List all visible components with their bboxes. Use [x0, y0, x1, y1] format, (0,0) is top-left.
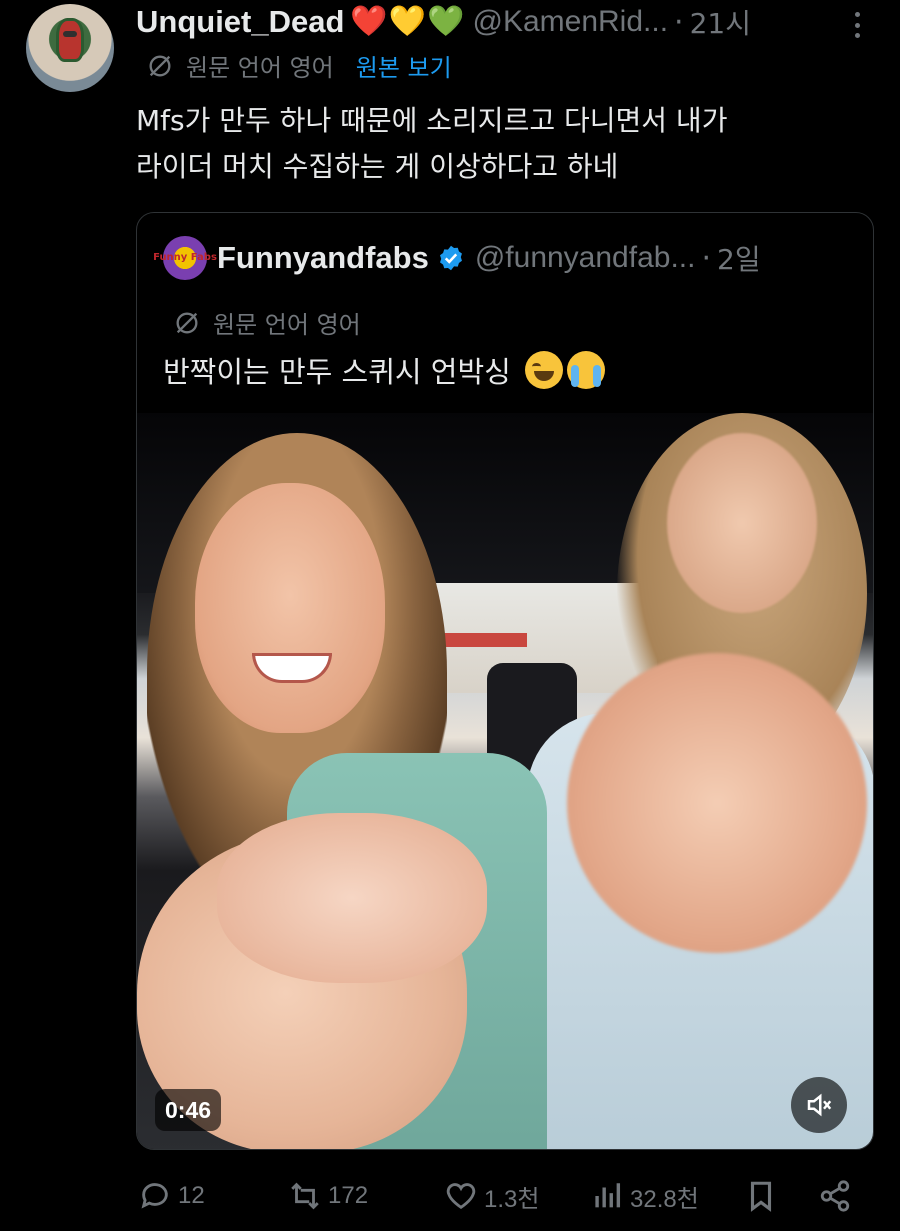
author-name[interactable]: Unquiet_Dead	[136, 4, 344, 40]
translate-icon	[149, 55, 171, 76]
separator-dot: ·	[674, 4, 684, 40]
bookmark-icon	[750, 1181, 772, 1212]
bookmark-button[interactable]	[744, 1172, 784, 1220]
yellow-heart-icon: 💛	[388, 4, 427, 39]
quoted-tweet-header: Funny Fabs Funnyandfabs @funnyandfab... …	[153, 233, 761, 283]
quoted-author-avatar[interactable]: Funny Fabs	[153, 236, 217, 280]
tweet-text: Mfs가 만두 하나 때문에 소리지르고 다니면서 내가 라이더 머치 수집하는…	[136, 98, 856, 190]
quoted-avatar-logo-text: Funny Fabs	[153, 252, 217, 263]
loudly-crying-emoji-icon	[566, 351, 605, 389]
reply-count: 12	[178, 1182, 205, 1209]
share-icon	[820, 1180, 850, 1212]
tweet-text-line: 라이더 머치 수집하는 게 이상하다고 하네	[136, 150, 619, 183]
quoted-tweet-time[interactable]: 2일	[717, 238, 761, 278]
red-heart-icon: ❤️	[350, 4, 388, 39]
green-heart-icon: 💚	[427, 4, 465, 39]
author-handle[interactable]: @KamenRid...	[473, 5, 669, 39]
heart-icon	[446, 1183, 476, 1210]
quoted-translation-notice: 원문 언어 영어	[173, 305, 361, 340]
verified-badge-icon	[439, 245, 462, 271]
quoted-text-content: 반짝이는 만두 스퀴시 언박싱	[163, 355, 511, 389]
video-player[interactable]: 0:46	[137, 413, 873, 1149]
view-original-link[interactable]: 원본 보기	[356, 48, 452, 83]
view-count: 32.8천	[630, 1185, 699, 1213]
repost-count: 172	[328, 1182, 369, 1209]
speaker-muted-icon	[807, 1093, 832, 1117]
repost-button[interactable]: 172	[288, 1172, 368, 1220]
translation-notice: 원문 언어 영어 원본 보기	[146, 48, 452, 83]
like-count: 1.3천	[484, 1185, 540, 1213]
quoted-translation-label: 원문 언어 영어	[213, 311, 361, 339]
analytics-icon	[595, 1183, 621, 1208]
video-frame-squishy-right	[567, 653, 867, 953]
laughing-crying-emoji-icon	[524, 351, 563, 389]
kamen-rider-mask-image	[56, 18, 84, 62]
share-button[interactable]	[818, 1172, 858, 1220]
separator-dot: ·	[701, 240, 711, 276]
repost-icon	[291, 1182, 319, 1210]
video-duration-badge: 0:46	[155, 1089, 222, 1131]
author-avatar[interactable]	[26, 4, 114, 92]
reply-icon	[141, 1183, 168, 1209]
quoted-author-handle[interactable]: @funnyandfab...	[475, 241, 696, 275]
quoted-author-name[interactable]: Funnyandfabs	[217, 240, 429, 276]
views-button[interactable]: 32.8천	[590, 1172, 699, 1220]
translate-icon	[176, 312, 198, 333]
reply-button[interactable]: 12	[138, 1172, 205, 1220]
video-frame-hands	[217, 813, 487, 983]
tweet-header: Unquiet_Dead ❤️ 💛 💚 @KamenRid... · 21시	[136, 2, 876, 42]
tweet-time[interactable]: 21시	[690, 2, 751, 42]
quoted-tweet-text: 반짝이는 만두 스퀴시 언박싱	[163, 349, 605, 391]
mute-button[interactable]	[791, 1077, 847, 1133]
translation-label: 원문 언어 영어	[186, 54, 334, 82]
name-emojis: ❤️ 💛 💚	[350, 7, 464, 37]
tweet-action-bar: 12 172 1.3천 32.8천	[0, 1172, 900, 1220]
like-button[interactable]: 1.3천	[444, 1172, 539, 1220]
tweet-text-line: Mfs가 만두 하나 때문에 소리지르고 다니면서 내가	[136, 104, 728, 137]
quoted-tweet-card[interactable]: Funny Fabs Funnyandfabs @funnyandfab... …	[136, 212, 874, 1150]
more-options-icon[interactable]	[842, 10, 872, 40]
